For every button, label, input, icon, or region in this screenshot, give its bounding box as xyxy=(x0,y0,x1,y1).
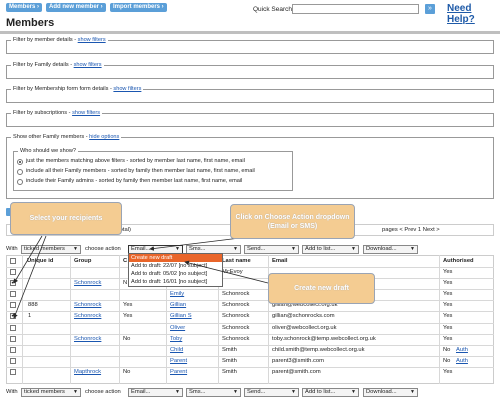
callout-create-draft: Create new draft xyxy=(268,273,375,304)
arrow-to-checkbox-1 xyxy=(13,235,43,284)
arrow-to-email-select xyxy=(149,237,241,251)
callout-select-recipients: Select your recipients xyxy=(10,202,122,235)
arrow-to-checkbox-2 xyxy=(13,235,47,319)
arrow-to-create-draft xyxy=(184,260,269,284)
callout-choose-action: Click on Choose Action dropdown (Email o… xyxy=(230,204,355,239)
